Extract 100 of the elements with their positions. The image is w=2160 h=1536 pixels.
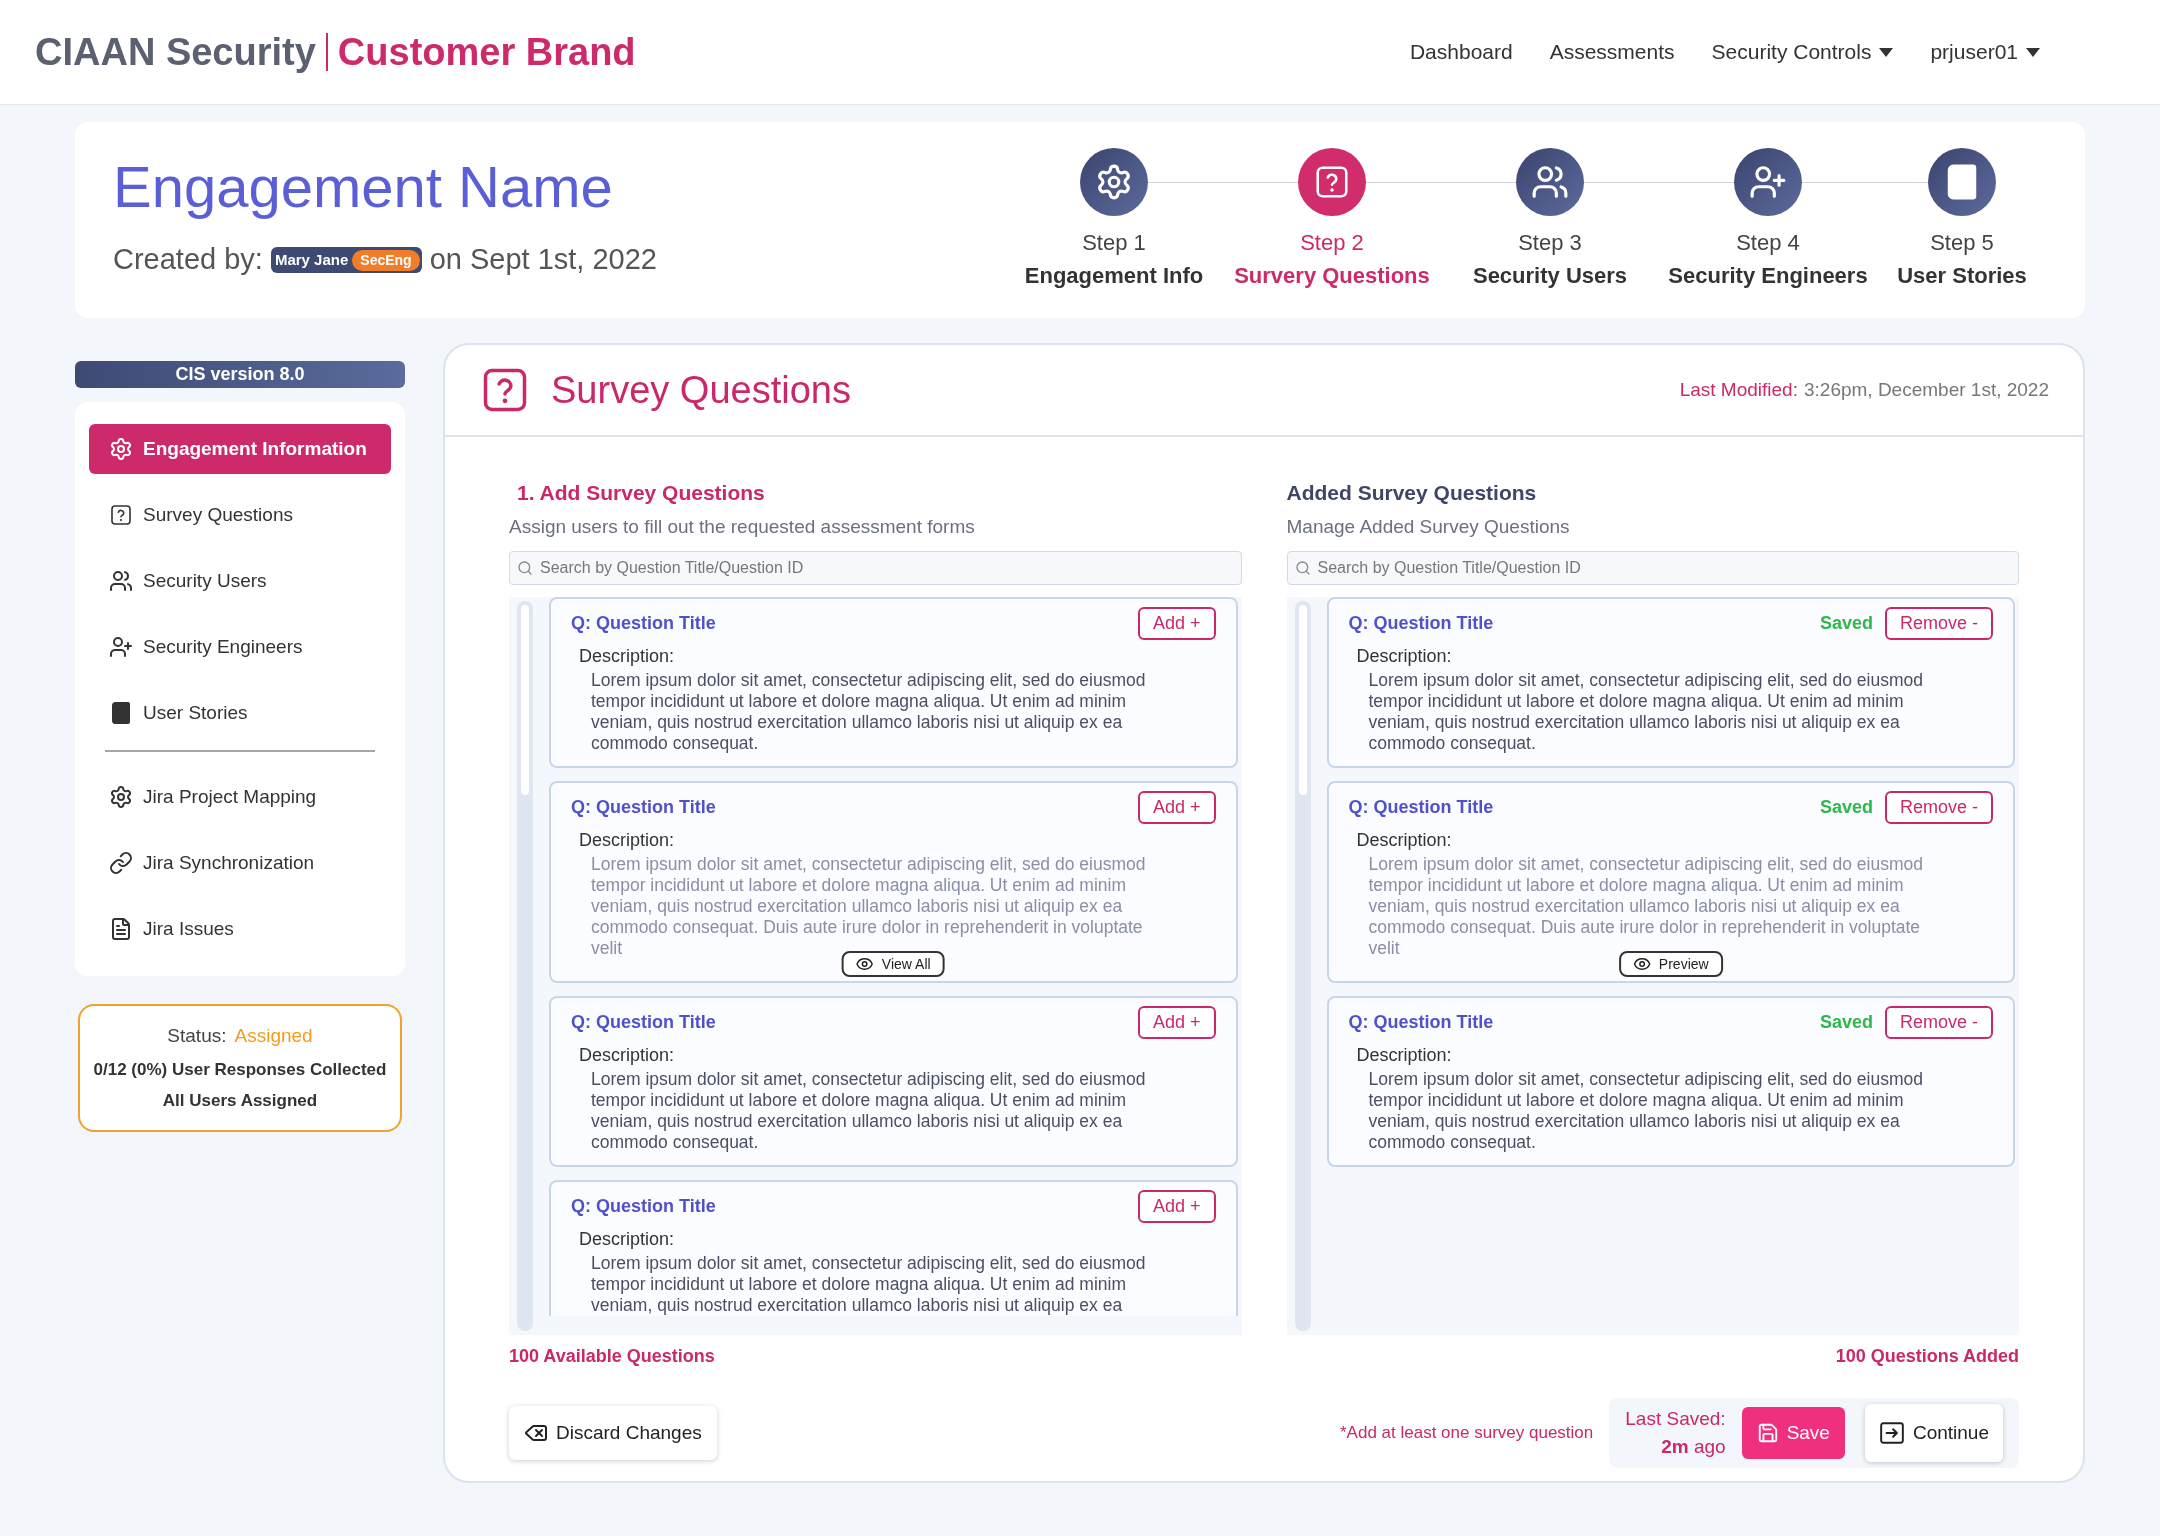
question-count: 100 Questions Added — [1835, 1345, 2019, 1368]
step-number: Step 1 — [1082, 229, 1146, 257]
users-icon — [1531, 163, 1569, 201]
description-label: Description: — [1356, 829, 1453, 852]
role-badge: SecEng — [352, 249, 420, 271]
question-icon — [1313, 163, 1351, 201]
add-button[interactable]: Add + — [1137, 1006, 1216, 1039]
description-label: Description: — [1356, 1044, 1453, 1067]
section-heading: Added Survey Questions — [1286, 480, 1538, 506]
discard-button[interactable]: Discard Changes — [509, 1406, 717, 1460]
description-text: Lorem ipsum dolor sit amet, consectetur adipiscing elit, sed do eiusmod tempor incididunt ut labore et dolore magna aliqua. Ut enim ad minim veniam, quis nostrud exercitation ullamco laboris nisi ut aliquip ex ea commodo consequat. — [1368, 1069, 1924, 1153]
step-label: Security Users — [1472, 262, 1628, 290]
nav-link[interactable]: prjuser01 — [1930, 36, 2040, 68]
step-number: Step 2 — [1300, 229, 1364, 257]
step-label: Engagement Info — [1024, 262, 1204, 290]
sidebar-item[interactable]: Jira Issues — [89, 904, 391, 954]
last-modified-value: 3:26pm, December 1st, 2022 — [1803, 377, 2049, 402]
step-number: Step 3 — [1518, 229, 1582, 257]
version-bar: CIS version 8.0 — [75, 361, 405, 388]
search-field[interactable]: Search by Question Title/Question ID — [509, 551, 1242, 585]
last-modified-label: Last Modified: — [1679, 377, 1798, 402]
question-title: Q: Question Title — [571, 612, 716, 635]
user-plus-icon — [109, 635, 133, 659]
sidebar-item[interactable]: User Stories — [89, 688, 391, 738]
section-subheading: Assign users to fill out the requested assessment forms — [509, 514, 976, 539]
section-heading: 1. Add Survey Questions — [517, 480, 766, 506]
question-title: Q: Question Title — [1348, 1011, 1494, 1034]
section-subheading: Manage Added Survey Questions — [1286, 514, 1571, 539]
status-value: Assigned — [234, 1024, 313, 1048]
engagement-title: Engagement Name — [113, 158, 614, 217]
created-by-label: Created by: — [113, 242, 263, 278]
question-count: 100 Available Questions — [509, 1345, 716, 1368]
save-button[interactable]: Save — [1741, 1407, 1845, 1459]
sidebar-item[interactable]: Security Engineers — [89, 622, 391, 672]
question-title: Q: Question Title — [571, 1011, 716, 1034]
created-date: on Sept 1st, 2022 — [429, 242, 657, 278]
sidebar-item[interactable]: Jira Project Mapping — [89, 772, 391, 822]
eye-icon — [1632, 955, 1651, 973]
description-label: Description: — [579, 829, 676, 852]
nav-link[interactable]: Assessments — [1549, 36, 1675, 68]
search-field[interactable]: Search by Question Title/Question ID — [1286, 551, 2019, 585]
remove-button[interactable]: Remove - — [1884, 791, 1993, 824]
add-button[interactable]: Add + — [1137, 791, 1216, 824]
sidebar-item[interactable]: Jira Synchronization — [89, 838, 391, 888]
nav-link[interactable]: Security Controls — [1711, 36, 1894, 68]
preview-button[interactable]: Preview — [1618, 951, 1723, 977]
last-saved-label: Last Saved: — [1625, 1407, 1726, 1431]
sidebar-item[interactable]: Security Users — [89, 556, 391, 606]
saved-status: Saved — [1819, 1011, 1873, 1034]
step[interactable]: Step 5 User Stories — [1877, 148, 2047, 292]
step[interactable]: Step 2 Survery Questions — [1223, 148, 1441, 292]
step-label: Security Engineers — [1668, 262, 1868, 290]
step-number: Step 5 — [1930, 229, 1994, 257]
saved-status: Saved — [1819, 796, 1873, 819]
description-text: Lorem ipsum dolor sit amet, consectetur adipiscing elit, sed do eiusmod tempor incididunt ut labore et dolore magna aliqua. Ut enim ad minim veniam, quis nostrud exercitation ullamco laboris nisi ut aliquip ex ea commodo consequat. — [1368, 670, 1924, 754]
description-text: Lorem ipsum dolor sit amet, consectetur adipiscing elit, sed do eiusmod tempor incididunt ut labore et dolore magna aliqua. Ut enim ad minim veniam, quis nostrud exercitation ullamco laboris nisi ut aliquip ex ea — [591, 1253, 1147, 1316]
link-icon — [109, 851, 133, 875]
sidebar-item[interactable]: Survey Questions — [89, 490, 391, 540]
user-plus-icon — [1749, 163, 1787, 201]
step-number: Step 4 — [1736, 229, 1800, 257]
gear-icon — [1095, 163, 1133, 201]
question-title: Q: Question Title — [571, 1195, 716, 1218]
question-title: Q: Question Title — [571, 796, 716, 819]
last-saved-time: 2m ago — [1661, 1435, 1726, 1459]
gear-icon — [109, 785, 133, 809]
step-label: User Stories — [1897, 262, 2027, 290]
customer-brand: Customer Brand — [337, 29, 636, 75]
users-assigned: All Users Assigned — [162, 1090, 318, 1112]
sidebar-item[interactable]: Engagement Information — [89, 424, 391, 474]
status-label: Status: — [167, 1024, 227, 1048]
add-button[interactable]: Add + — [1137, 1190, 1216, 1223]
users-icon — [109, 569, 133, 593]
add-button[interactable]: Add + — [1137, 607, 1216, 640]
description-text: Lorem ipsum dolor sit amet, consectetur adipiscing elit, sed do eiusmod tempor incididunt ut labore et dolore magna aliqua. Ut enim ad minim veniam, quis nostrud exercitation ullamco laboris nisi ut aliquip ex ea commodo consequat. — [591, 670, 1147, 754]
preview-button[interactable]: View All — [841, 951, 945, 977]
step[interactable]: Step 1 Engagement Info — [1005, 148, 1223, 292]
user-badge: Mary Jane SecEng — [270, 246, 422, 274]
responses-collected: 0/12 (0%) User Responses Collected — [93, 1058, 387, 1081]
step[interactable]: Step 4 Security Engineers — [1659, 148, 1877, 292]
eye-icon — [855, 955, 874, 973]
step[interactable]: Step 3 Security Users — [1441, 148, 1659, 292]
continue-button[interactable]: Continue — [1864, 1404, 2003, 1462]
gear-icon — [109, 437, 133, 461]
description-label: Description: — [579, 1044, 676, 1067]
brand-name: CIAAN Security — [35, 29, 316, 75]
description-text: Lorem ipsum dolor sit amet, consectetur adipiscing elit, sed do eiusmod tempor incididunt ut labore et dolore magna aliqua. Ut enim ad minim veniam, quis nostrud exercitation ullamco laboris nisi ut aliquip ex ea commodo consequat. — [591, 1069, 1147, 1153]
question-icon — [109, 503, 133, 527]
scrollbar-thumb[interactable] — [1298, 605, 1307, 795]
nav-link[interactable]: Dashboard — [1409, 36, 1513, 68]
scrollbar-thumb[interactable] — [521, 605, 529, 795]
hint-text: *Add at least one survey question — [1340, 1422, 1594, 1445]
question-title: Q: Question Title — [1348, 796, 1494, 819]
description-label: Description: — [579, 1228, 676, 1251]
remove-button[interactable]: Remove - — [1884, 607, 1993, 640]
step-label: Survery Questions — [1234, 262, 1430, 290]
arrow-in-box-icon — [1878, 1420, 1905, 1446]
remove-button[interactable]: Remove - — [1884, 1006, 1993, 1039]
question-title: Q: Question Title — [1348, 612, 1494, 635]
search-icon — [1294, 560, 1311, 576]
search-icon — [517, 560, 533, 576]
